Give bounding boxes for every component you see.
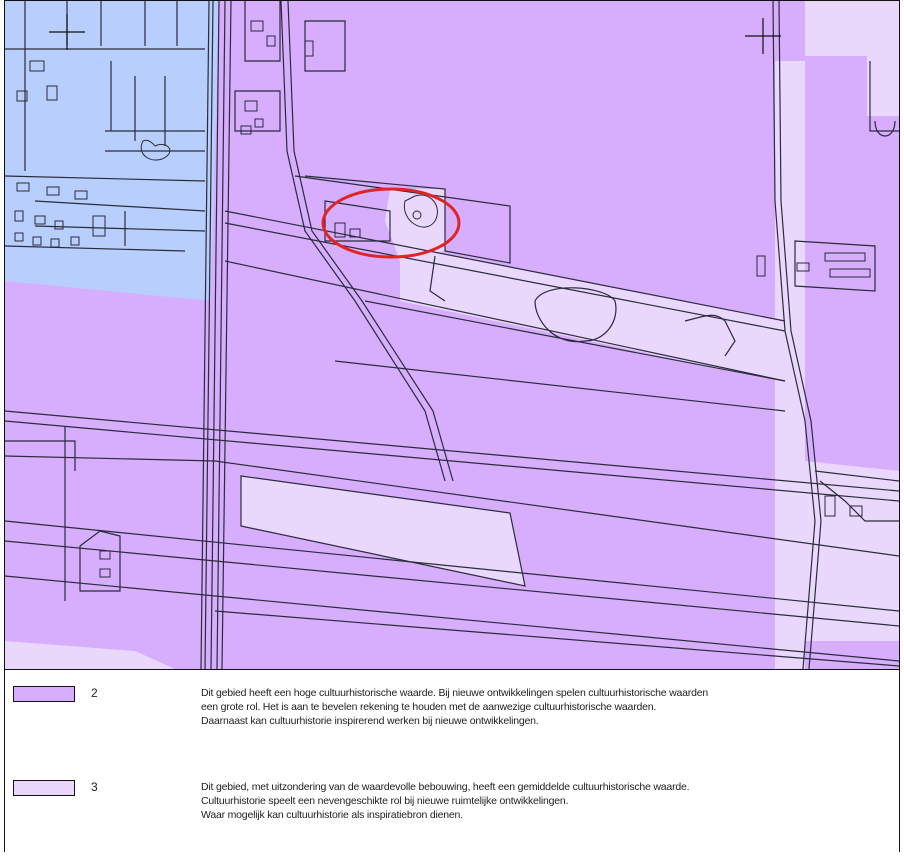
legend-description: Dit gebied, met uitzondering van de waar… (201, 780, 851, 822)
class-3-area-bottom-right (785, 581, 899, 641)
legend-description-line: Dit gebied heeft een hoge cultuurhistori… (201, 687, 708, 699)
legend-description: Dit gebied heeft een hoge cultuurhistori… (201, 686, 851, 728)
legend-class-label: 3 (91, 780, 98, 794)
legend-description-line: Cultuurhistorie speelt een nevengeschikt… (201, 795, 569, 807)
legend-class-label: 2 (91, 686, 98, 700)
legend-description-line: een grote rol. Het is aan te bevelen rek… (201, 701, 657, 713)
legend: 2 Dit gebied heeft een hoge cultuurhisto… (5, 669, 899, 852)
legend-description-line: Waar mogelijk kan cultuurhistorie als in… (201, 809, 463, 821)
legend-description-line: Dit gebied, met uitzondering van de waar… (201, 781, 690, 793)
legend-swatch-class-3 (13, 780, 75, 796)
legend-swatch-class-2 (13, 686, 75, 702)
map-canvas (5, 1, 899, 669)
map-area[interactable] (5, 1, 899, 669)
legend-description-line: Daarnaast kan cultuurhistorie inspireren… (201, 715, 539, 727)
map-sheet: 2 Dit gebied heeft een hoge cultuurhisto… (4, 0, 900, 852)
